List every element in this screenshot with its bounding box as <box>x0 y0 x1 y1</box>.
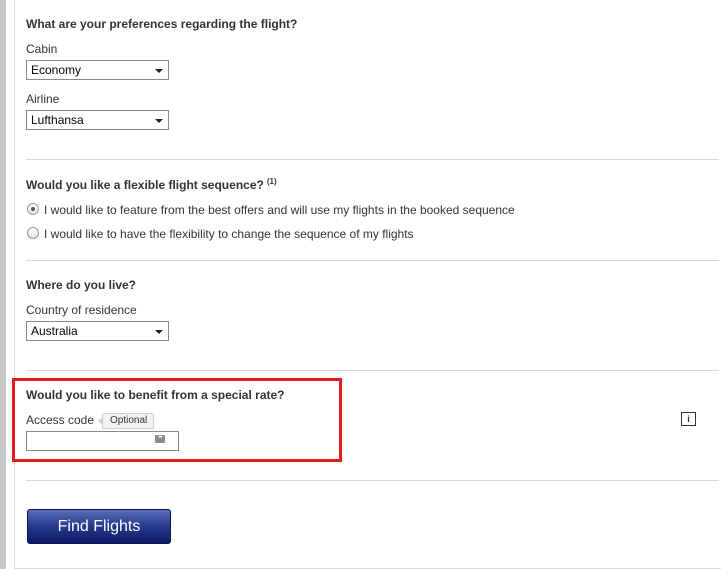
booking-options-panel: What are your preferences regarding the … <box>14 0 721 569</box>
country-select[interactable]: Australia <box>26 321 169 341</box>
sequence-option-booked-label: I would like to feature from the best of… <box>44 203 515 217</box>
preferences-heading: What are your preferences regarding the … <box>26 17 298 31</box>
radio-button-checked[interactable] <box>27 203 39 215</box>
find-flights-button[interactable]: Find Flights <box>27 509 171 544</box>
country-label: Country of residence <box>26 303 137 317</box>
residence-heading: Where do you live? <box>26 278 137 292</box>
section-divider <box>26 260 719 261</box>
sequence-heading: Would you like a flexible flight sequenc… <box>26 177 277 192</box>
section-divider <box>26 480 719 481</box>
info-icon[interactable]: i <box>681 412 696 426</box>
airline-label: Airline <box>26 92 60 106</box>
radio-button[interactable] <box>27 227 39 239</box>
airline-select[interactable]: Lufthansa <box>26 110 169 130</box>
sequence-option-flexible-label: I would like to have the flexibility to … <box>44 227 414 241</box>
left-scroll-edge <box>0 0 6 569</box>
chevron-down-icon <box>155 69 163 73</box>
cabin-label: Cabin <box>26 42 58 56</box>
chevron-down-icon <box>155 119 163 123</box>
airline-select-value: Lufthansa <box>31 113 84 127</box>
cabin-select[interactable]: Economy <box>26 60 169 80</box>
highlight-box <box>12 378 342 462</box>
country-select-value: Australia <box>31 324 78 338</box>
section-divider <box>26 370 719 371</box>
sequence-footnote-marker: (1) <box>266 177 277 186</box>
sequence-heading-text: Would you like a flexible flight sequenc… <box>26 178 264 192</box>
chevron-down-icon <box>155 330 163 334</box>
cabin-select-value: Economy <box>31 63 82 77</box>
section-divider <box>26 159 719 160</box>
